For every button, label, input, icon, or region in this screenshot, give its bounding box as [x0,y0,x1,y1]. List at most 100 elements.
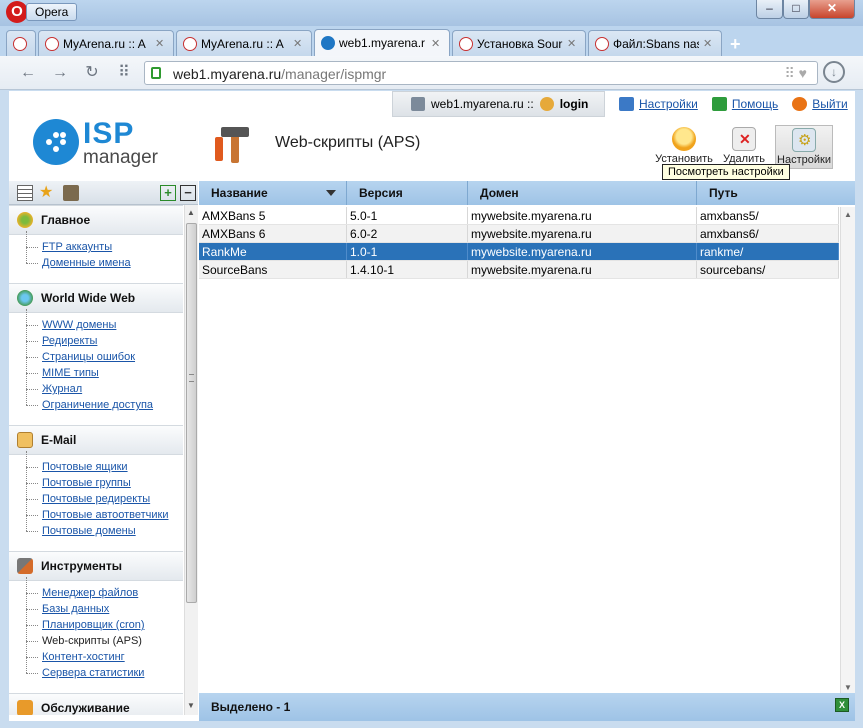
scroll-up-icon[interactable]: ▲ [844,210,852,219]
sidebar-scrollbar[interactable]: ▲ ▼ [184,205,198,715]
back-icon[interactable]: ← [18,63,38,83]
speed-dial-icon[interactable]: ⠿ [114,63,134,83]
sidebar-item-autoresponders[interactable]: Почтовые автоответчики [26,499,183,523]
toolbar: Установить Удалить Настройки [655,125,833,169]
sidebar-group-header[interactable]: Инструменты [9,551,183,581]
download-icon[interactable]: ↓ [823,61,845,83]
sidebar-item-redirects[interactable]: Редиректы [26,325,183,349]
sidebar-item-www-domains[interactable]: WWW домены [26,309,183,333]
mail-icon [17,432,33,448]
column-header-name[interactable]: Название [199,181,347,205]
sidebar-item-mail-groups[interactable]: Почтовые группы [26,467,183,491]
scroll-down-icon[interactable]: ▼ [844,683,852,692]
maintenance-icon [17,700,33,715]
sidebar-item-domain-names[interactable]: Доменные имена [26,247,183,271]
window-titlebar: O Opera – □ ✕ [0,0,863,26]
sidebar-item-log[interactable]: Журнал [26,373,183,397]
scroll-thumb[interactable] [186,223,197,603]
tab-4[interactable]: Установка Sour ✕ [452,30,586,56]
maximize-button[interactable]: □ [783,0,809,19]
sidebar-item-mail-domains[interactable]: Почтовые домены [26,515,183,539]
address-bar[interactable]: web1.myarena.ru/manager/ispmgr ⠿ ♥ [144,61,818,85]
settings-button[interactable]: Настройки [775,125,833,169]
sidebar: Главное FTP аккаунты Доменные имена Worl… [9,205,183,715]
sidebar-item-scheduler[interactable]: Планировщик (cron) [26,609,183,633]
list-view-icon[interactable] [17,185,33,201]
cell-version: 1.4.10-1 [347,261,468,278]
cell-domain: mywebsite.myarena.ru [468,261,697,278]
cell-path: rankme/ [697,243,839,260]
tab-3-active[interactable]: web1.myarena.r ✕ [314,29,450,56]
favorites-star-icon[interactable]: ★ [39,185,55,201]
cell-name: SourceBans [199,261,347,278]
tab-2[interactable]: MyArena.ru :: A ✕ [176,30,312,56]
sidebar-group-header[interactable]: E-Mail [9,425,183,455]
tab-5[interactable]: Файл:Sbans nas ✕ [588,30,722,56]
sidebar-group-header[interactable]: Главное [9,205,183,235]
cell-domain: mywebsite.myarena.ru [468,243,697,260]
server-name: web1.myarena.ru :: [431,97,534,111]
status-bar: Выделено - 1 X [199,693,855,721]
reload-icon[interactable]: ↻ [82,63,102,83]
power-icon [792,97,808,111]
sidebar-item-file-manager[interactable]: Менеджер файлов [26,577,183,601]
install-disc-icon [672,127,696,151]
tab-0[interactable] [6,30,36,56]
opera-menu-button[interactable]: Opera [26,3,78,21]
settings-link[interactable]: Настройки [619,97,698,111]
tab-close-icon[interactable]: ✕ [155,37,167,50]
tab-close-icon[interactable]: ✕ [567,37,579,50]
tab-close-icon[interactable]: ✕ [293,37,305,50]
tab-close-icon[interactable]: ✕ [431,37,443,50]
new-tab-icon[interactable]: + [730,34,741,55]
sidebar-toolbar: ★ + − [9,181,198,205]
sidebar-item-error-pages[interactable]: Страницы ошибок [26,341,183,365]
column-header-domain[interactable]: Домен [468,181,697,205]
minimize-button[interactable]: – [756,0,783,19]
collapse-all-icon[interactable]: − [180,185,196,201]
sidebar-item-web-scripts[interactable]: Web-скрипты (APS) [26,625,183,649]
bookmark-heart-icon[interactable]: ⠿ ♥ [785,65,807,82]
sidebar-group-email: E-Mail Почтовые ящики Почтовые группы По… [9,425,183,551]
table-row[interactable]: AMXBans 5 5.0-1 mywebsite.myarena.ru amx… [199,207,839,225]
column-header-path[interactable]: Путь [697,181,855,205]
tab-close-icon[interactable]: ✕ [703,37,715,50]
tab-label: MyArena.ru :: A [201,36,284,51]
table-row[interactable]: SourceBans 1.4.10-1 mywebsite.myarena.ru… [199,261,839,279]
sidebar-item-ftp-accounts[interactable]: FTP аккаунты [26,231,183,255]
scroll-up-icon[interactable]: ▲ [187,208,196,217]
table-scrollbar[interactable]: ▲ ▼ [840,207,855,695]
expand-all-icon[interactable]: + [160,185,176,201]
cell-name: RankMe [199,243,347,260]
table-row-selected[interactable]: RankMe 1.0-1 mywebsite.myarena.ru rankme… [199,243,839,261]
ispmanager-logo: ISP manager [33,117,173,168]
sidebar-group-header[interactable]: Обслуживание [9,693,183,715]
forward-icon[interactable]: → [50,63,70,83]
sidebar-item-mime-types[interactable]: MIME типы [26,357,183,381]
sidebar-item-mailboxes[interactable]: Почтовые ящики [26,451,183,475]
table-header: Название Версия Домен Путь [199,181,855,205]
sidebar-item-stats-servers[interactable]: Сервера статистики [26,657,183,681]
opera-logo-icon[interactable]: O [6,1,28,23]
sidebar-item-databases[interactable]: Базы данных [26,593,183,617]
help-link[interactable]: Помощь [711,97,778,111]
install-button[interactable]: Установить [655,125,713,169]
cell-version: 6.0-2 [347,225,468,242]
scroll-down-icon[interactable]: ▼ [187,701,196,710]
logout-link[interactable]: Выйти [792,97,848,111]
column-header-version[interactable]: Версия [347,181,468,205]
briefcase-icon[interactable] [63,185,79,201]
ispmanager-icon [321,36,335,50]
delete-button[interactable]: Удалить [715,125,773,169]
export-excel-icon[interactable]: X [835,698,849,712]
close-window-button[interactable]: ✕ [809,0,855,19]
user-bar: web1.myarena.ru :: login [392,91,605,117]
sidebar-item-content-hosting[interactable]: Контент-хостинг [26,641,183,665]
table-row[interactable]: AMXBans 6 6.0-2 mywebsite.myarena.ru amx… [199,225,839,243]
myarena-icon [595,36,609,51]
myarena-icon [13,36,27,51]
sidebar-item-mail-redirects[interactable]: Почтовые редиректы [26,483,183,507]
tab-1[interactable]: MyArena.ru :: A ✕ [38,30,174,56]
sidebar-group-header[interactable]: World Wide Web [9,283,183,313]
sidebar-item-access-restriction[interactable]: Ограничение доступа [26,389,183,413]
